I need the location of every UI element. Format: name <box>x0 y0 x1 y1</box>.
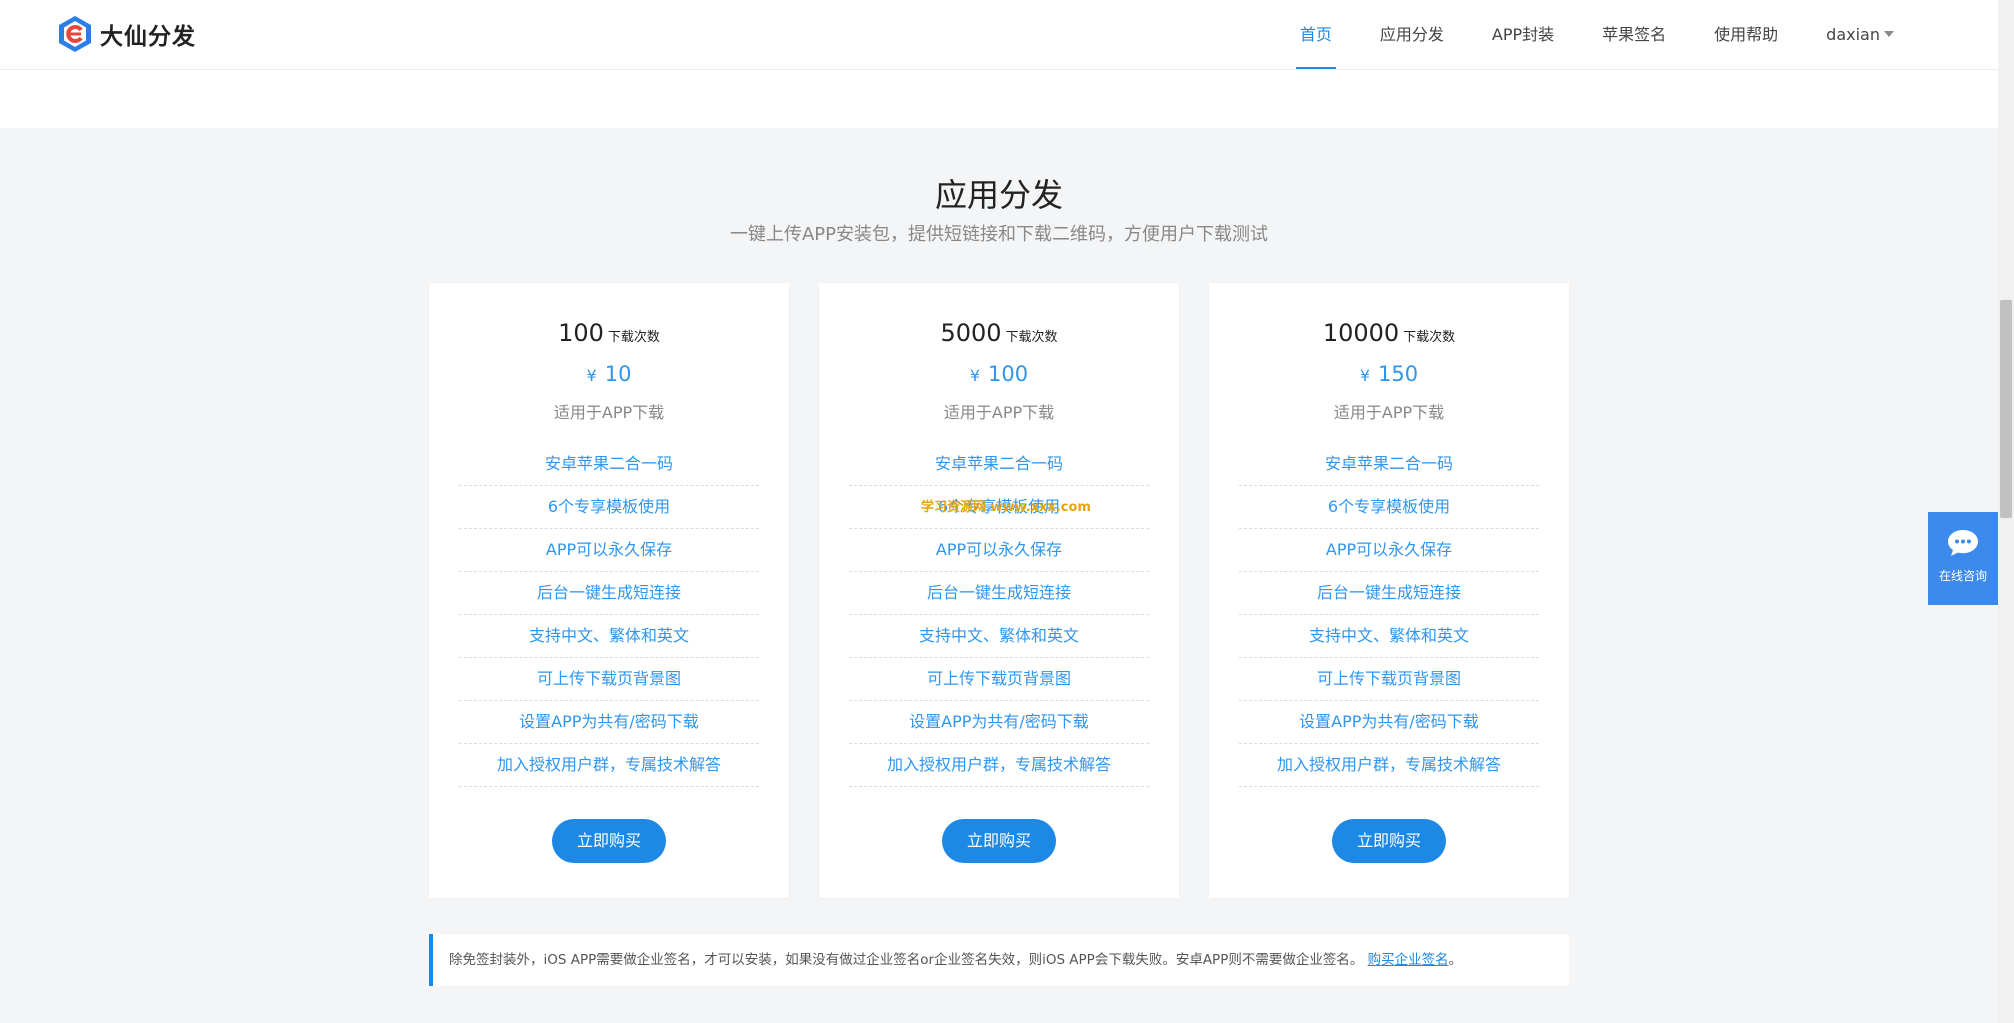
notice-bar: 除免签封装外，iOS APP需要做企业签名，才可以安装，如果没有做过企业签名or… <box>429 934 1569 986</box>
feature-list: 安卓苹果二合一码 6个专享模板使用 APP可以永久保存 后台一键生成短连接 支持… <box>849 443 1149 787</box>
logo-text: 大仙分发 <box>100 24 196 50</box>
plan-price-value: 150 <box>1378 362 1419 386</box>
feature-item: 可上传下载页背景图 <box>459 658 759 701</box>
plan-price: ¥10 <box>429 362 789 386</box>
plan-amount-value: 100 <box>558 319 604 347</box>
currency-symbol: ¥ <box>969 366 981 385</box>
logo[interactable]: 大仙分发 <box>58 15 196 53</box>
nav-item-app-distribution[interactable]: 应用分发 <box>1380 0 1444 70</box>
feature-item: 加入授权用户群，专属技术解答 <box>849 744 1149 787</box>
plan-price-value: 10 <box>604 362 632 386</box>
plan-price: ¥150 <box>1209 362 1569 386</box>
pricing-card: 100 下载次数 ¥10 适用于APP下载 安卓苹果二合一码 6个专享模板使用 A… <box>429 283 789 898</box>
chat-bubble-icon <box>1948 530 1978 556</box>
feature-item: 后台一键生成短连接 <box>849 572 1149 615</box>
plan-price-value: 100 <box>988 362 1029 386</box>
plan-amount-value: 10000 <box>1322 319 1400 347</box>
main-nav: 首页 应用分发 APP封装 苹果签名 使用帮助 daxian <box>1252 0 1894 70</box>
chevron-down-icon <box>1884 30 1894 37</box>
buy-now-button[interactable]: 立即购买 <box>942 819 1056 863</box>
feature-item: 6个专享模板使用 <box>1239 486 1539 529</box>
top-navbar: 大仙分发 首页 应用分发 APP封装 苹果签名 使用帮助 daxian <box>0 0 1998 128</box>
plan-note: 适用于APP下载 <box>1333 403 1445 422</box>
feature-item: 后台一键生成短连接 <box>1239 572 1539 615</box>
feature-item: 设置APP为共有/密码下载 <box>1239 701 1539 744</box>
scrollbar-thumb[interactable] <box>2000 300 2012 518</box>
feature-item: 安卓苹果二合一码 <box>459 443 759 486</box>
section-title: 应用分发 <box>934 176 1063 214</box>
plan-price: ¥100 <box>819 362 1179 386</box>
feature-item: 设置APP为共有/密码下载 <box>459 701 759 744</box>
feature-item: 加入授权用户群，专属技术解答 <box>459 744 759 787</box>
feature-item: APP可以永久保存 <box>459 529 759 572</box>
online-consult-button[interactable]: 在线咨询 <box>1928 512 1998 605</box>
user-menu[interactable]: daxian <box>1826 0 1894 70</box>
plan-amount: 5000 下载次数 <box>819 319 1179 347</box>
feature-item: APP可以永久保存 <box>1239 529 1539 572</box>
plan-note: 适用于APP下载 <box>943 403 1055 422</box>
plan-amount-value: 5000 <box>940 319 1002 347</box>
currency-symbol: ¥ <box>586 366 597 385</box>
plan-amount-unit: 下载次数 <box>1005 330 1058 345</box>
consult-label: 在线咨询 <box>1938 569 1987 583</box>
feature-item: 可上传下载页背景图 <box>849 658 1149 701</box>
feature-item: 安卓苹果二合一码 <box>849 443 1149 486</box>
currency-symbol: ¥ <box>1359 366 1371 385</box>
buy-now-button[interactable]: 立即购买 <box>552 819 666 863</box>
nav-item-app-packaging[interactable]: APP封装 <box>1492 0 1554 70</box>
pricing-card: 10000 下载次数 ¥150 适用于APP下载 安卓苹果二合一码 6个专享模板使… <box>1209 283 1569 898</box>
feature-item: 支持中文、繁体和英文 <box>459 615 759 658</box>
notice-text: 除免签封装外，iOS APP需要做企业签名，才可以安装，如果没有做过企业签名or… <box>449 952 1364 968</box>
feature-item: APP可以永久保存 <box>849 529 1149 572</box>
plan-amount-unit: 下载次数 <box>607 330 660 345</box>
header-divider <box>0 69 1998 70</box>
feature-item: 后台一键生成短连接 <box>459 572 759 615</box>
plan-amount-unit: 下载次数 <box>1403 330 1456 345</box>
feature-item: 支持中文、繁体和英文 <box>1239 615 1539 658</box>
feature-item: 6个专享模板使用 <box>459 486 759 529</box>
feature-item: 设置APP为共有/密码下载 <box>849 701 1149 744</box>
nav-item-home[interactable]: 首页 <box>1295 0 1336 70</box>
buy-now-button[interactable]: 立即购买 <box>1332 819 1446 863</box>
plan-amount: 10000 下载次数 <box>1209 319 1569 347</box>
vertical-scrollbar[interactable] <box>1998 0 2014 1023</box>
feature-item: 加入授权用户群，专属技术解答 <box>1239 744 1539 787</box>
nav-item-apple-signing[interactable]: 苹果签名 <box>1602 0 1666 70</box>
feature-list: 安卓苹果二合一码 6个专享模板使用 APP可以永久保存 后台一键生成短连接 支持… <box>1239 443 1539 787</box>
user-name: daxian <box>1826 25 1880 44</box>
notice-tail: 。 <box>1448 952 1463 968</box>
buy-enterprise-signing-link[interactable]: 购买企业签名 <box>1368 952 1449 968</box>
feature-list: 安卓苹果二合一码 6个专享模板使用 APP可以永久保存 后台一键生成短连接 支持… <box>459 443 759 787</box>
feature-item: 安卓苹果二合一码 <box>1239 443 1539 486</box>
section-subtitle: 一键上传APP安装包，提供短链接和下载二维码，方便用户下载测试 <box>729 224 1269 245</box>
pricing-card: 5000 下载次数 ¥100 适用于APP下载 安卓苹果二合一码 6个专享模板使用… <box>819 283 1179 898</box>
plan-note: 适用于APP下载 <box>553 403 665 422</box>
feature-item: 支持中文、繁体和英文 <box>849 615 1149 658</box>
feature-item: 可上传下载页背景图 <box>1239 658 1539 701</box>
plan-amount: 100 下载次数 <box>429 319 789 347</box>
nav-item-help[interactable]: 使用帮助 <box>1714 0 1778 70</box>
logo-icon <box>59 16 91 52</box>
watermark-text: 学习资源网 www.xxx.com <box>921 500 1091 515</box>
